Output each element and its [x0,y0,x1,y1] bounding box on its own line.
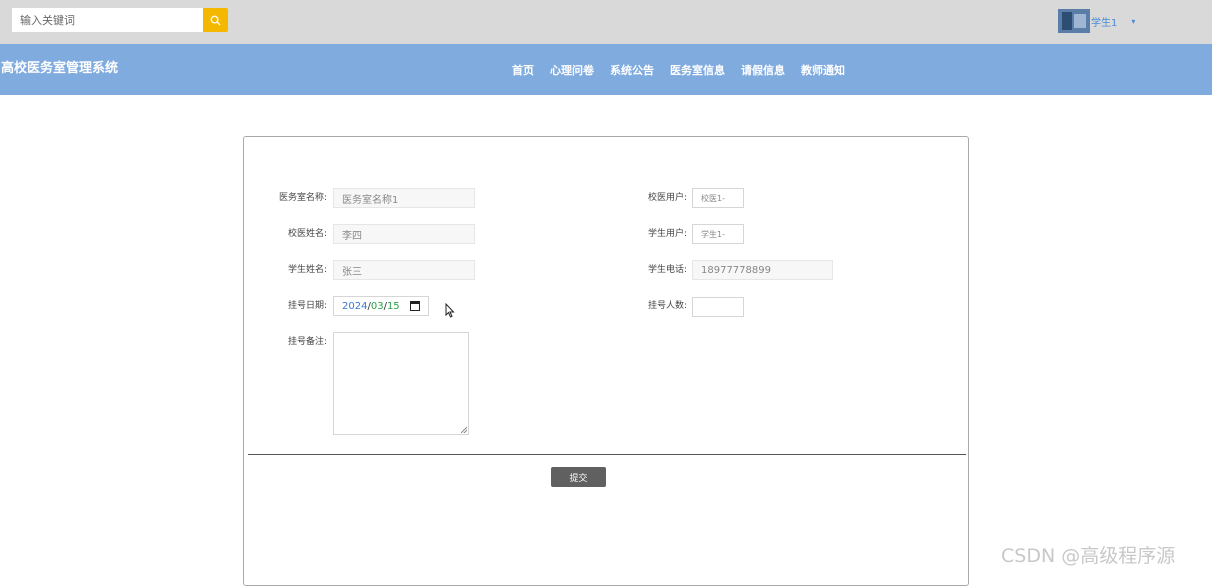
reg-note-label: 挂号备注: [287,337,327,347]
student-user-label: 学生用户: [647,229,687,239]
resize-grip-icon[interactable] [461,427,467,433]
reg-note-textarea[interactable] [333,332,469,435]
top-bar: 学生1 ▾ [0,0,1212,44]
site-title: 高校医务室管理系统 [1,61,119,76]
reg-date-year: 2024 [342,300,368,312]
student-name-field[interactable]: 张三 [333,260,475,280]
nav-item-questionnaire[interactable]: 心理问卷 [550,62,594,78]
registration-form: 医务室名称: 医务室名称1 校医姓名: 李四 学生姓名: 张三 挂号日期: 20… [243,136,969,586]
doctor-name-field[interactable]: 李四 [333,224,475,244]
calendar-icon[interactable] [410,301,420,311]
clinic-name-field[interactable]: 医务室名称1 [333,188,475,208]
reg-date-label: 挂号日期: [287,301,327,311]
doctor-name-label: 校医姓名: [287,229,327,239]
nav-menu: 首页 心理问卷 系统公告 医务室信息 请假信息 教师通知 [512,62,845,78]
student-name-label: 学生姓名: [287,265,327,275]
watermark: CSDN @高级程序源 [1001,545,1176,567]
mouse-cursor-icon [445,303,455,318]
user-menu[interactable]: 学生1 ▾ [1058,9,1135,33]
nav-item-announcements[interactable]: 系统公告 [610,62,654,78]
student-phone-label: 学生电话: [647,265,687,275]
doctor-user-label: 校医用户: [647,193,687,203]
divider [248,454,966,455]
reg-date-day: 15 [386,300,400,312]
doctor-user-select[interactable]: 校医1- [692,188,744,208]
nav-bar: 高校医务室管理系统 首页 心理问卷 系统公告 医务室信息 请假信息 教师通知 [0,44,1212,95]
nav-item-teacher-notice[interactable]: 教师通知 [801,62,845,78]
chevron-down-icon[interactable]: ▾ [1131,17,1135,26]
reg-count-field[interactable] [692,297,744,317]
reg-date-field[interactable]: 2024/03/15 [333,296,429,316]
nav-item-leave-info[interactable]: 请假信息 [741,62,785,78]
nav-item-home[interactable]: 首页 [512,62,534,78]
avatar[interactable] [1058,9,1090,33]
user-name[interactable]: 学生1 [1091,14,1117,29]
search-input[interactable] [12,8,203,32]
clinic-name-label: 医务室名称: [278,193,327,203]
search-button[interactable] [203,8,228,32]
nav-item-clinic-info[interactable]: 医务室信息 [670,62,725,78]
reg-count-label: 挂号人数: [647,301,687,311]
student-phone-field[interactable]: 18977778899 [692,260,833,280]
search-icon [210,15,221,26]
submit-button[interactable]: 提交 [551,467,606,487]
student-user-select[interactable]: 学生1- [692,224,744,244]
reg-date-month: 03 [370,300,384,312]
